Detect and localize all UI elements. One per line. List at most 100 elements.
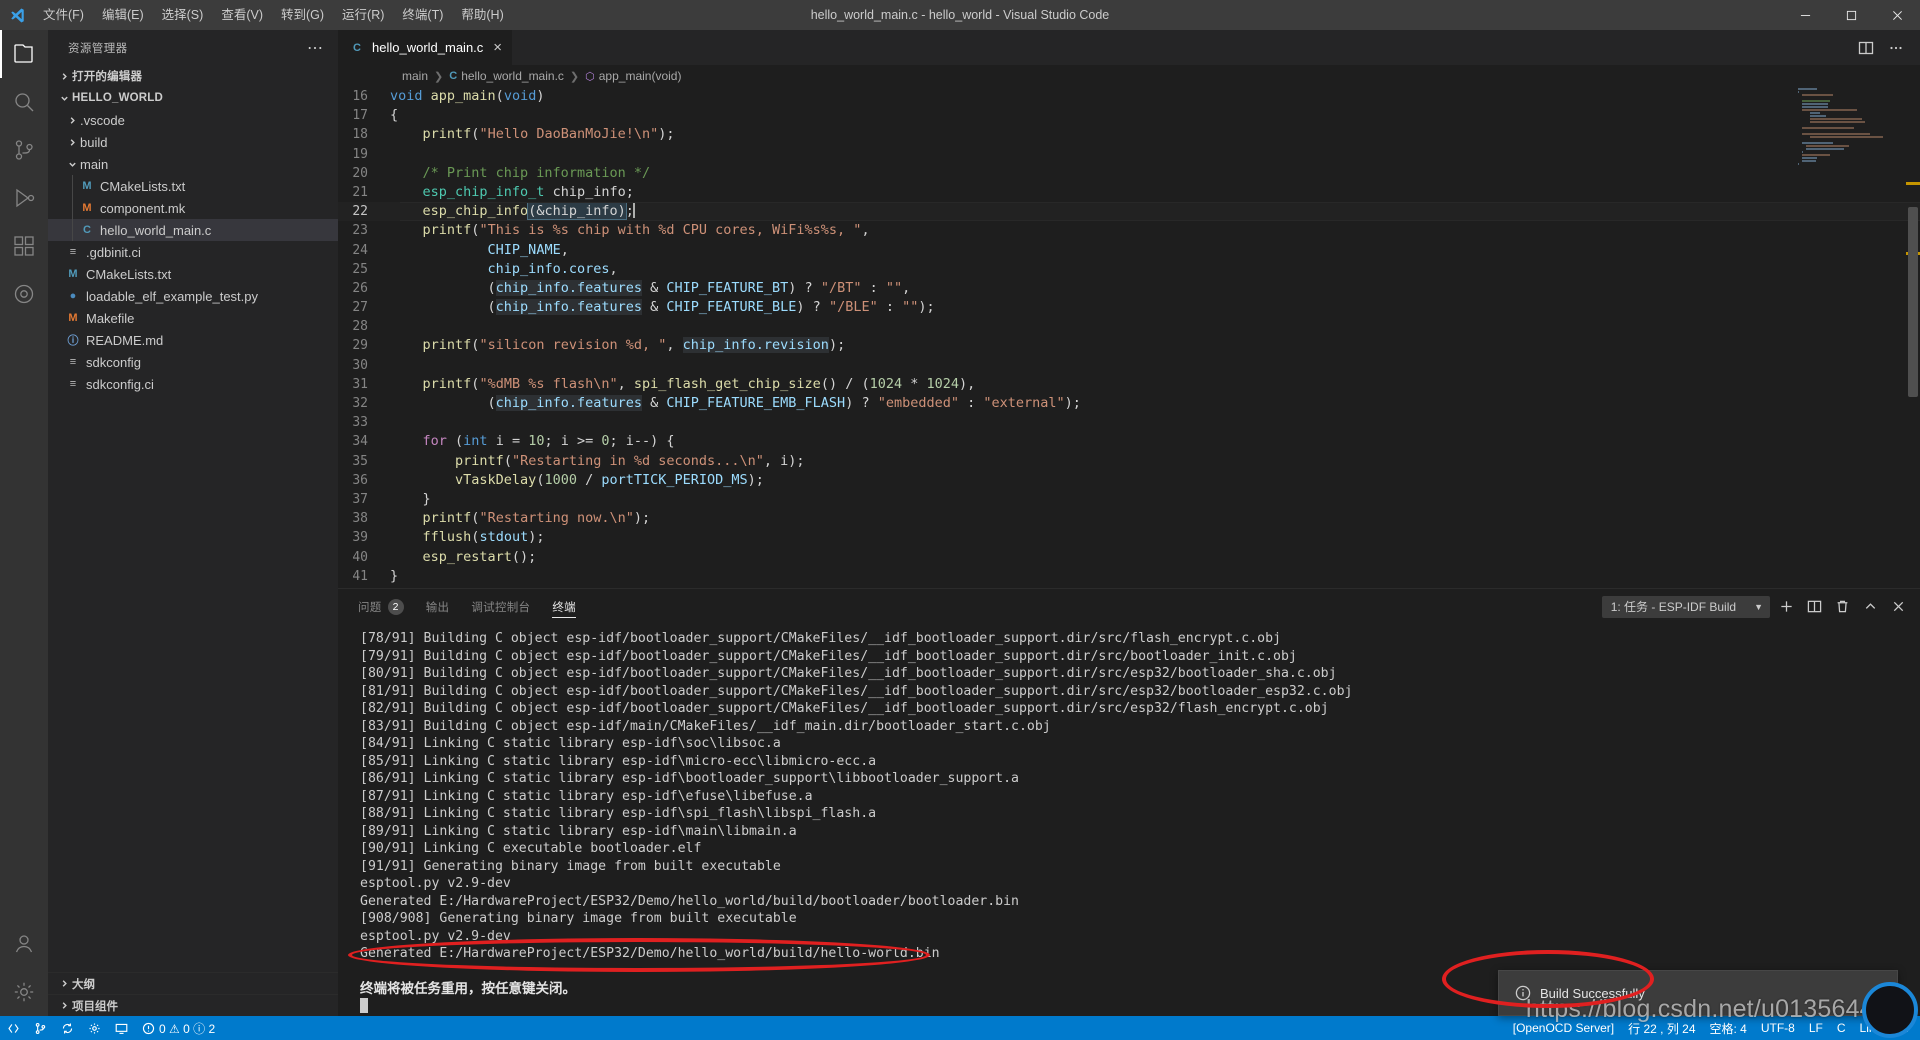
- code-line[interactable]: 35 printf("Restarting in %d seconds...\n…: [338, 452, 1920, 471]
- line-content: printf("%dMB %s flash\n", spi_flash_get_…: [390, 375, 975, 394]
- section-open-editors[interactable]: 打开的编辑器: [48, 65, 338, 87]
- outline-section[interactable]: 大纲: [48, 972, 338, 994]
- code-line[interactable]: 24 CHIP_NAME,: [338, 241, 1920, 260]
- code-line[interactable]: 37 }: [338, 490, 1920, 509]
- close-icon[interactable]: [1874, 0, 1920, 30]
- menu-go[interactable]: 转到(G): [272, 0, 333, 30]
- tree-item-sdkconfig[interactable]: ≡sdkconfig: [48, 351, 338, 373]
- tab-hello-world-main-c[interactable]: C hello_world_main.c ×: [338, 30, 513, 65]
- status-settings-icon[interactable]: [81, 1016, 108, 1040]
- code-line[interactable]: 17{: [338, 106, 1920, 125]
- source-control-branch[interactable]: [27, 1016, 54, 1040]
- remote-indicator[interactable]: [0, 1016, 27, 1040]
- tree-item-makefile[interactable]: MMakefile: [48, 307, 338, 329]
- code-line[interactable]: 26 (chip_info.features & CHIP_FEATURE_BT…: [338, 279, 1920, 298]
- editor-scrollbar[interactable]: [1906, 87, 1920, 588]
- panel-tab-debug-console[interactable]: 调试控制台: [471, 589, 530, 624]
- tree-item-build[interactable]: build: [48, 131, 338, 153]
- terminal-output[interactable]: [78/91] Building C object esp-idf/bootlo…: [338, 624, 1920, 1016]
- trash-icon[interactable]: [1830, 595, 1854, 619]
- split-icon[interactable]: [1802, 595, 1826, 619]
- search-icon[interactable]: [0, 78, 48, 126]
- menu-terminal[interactable]: 终端(T): [393, 0, 452, 30]
- plus-icon[interactable]: [1774, 595, 1798, 619]
- tree-item-readme-md[interactable]: ⓘREADME.md: [48, 329, 338, 351]
- gear-icon[interactable]: [0, 968, 48, 1016]
- editor-scroll-thumb[interactable]: [1908, 207, 1918, 397]
- code-line[interactable]: 19: [338, 145, 1920, 164]
- code-line[interactable]: 25 chip_info.cores,: [338, 260, 1920, 279]
- breadcrumb-item-main[interactable]: main: [402, 69, 428, 83]
- code-line[interactable]: 27 (chip_info.features & CHIP_FEATURE_BL…: [338, 298, 1920, 317]
- panel-tab-terminal[interactable]: 终端: [552, 589, 576, 624]
- tree-item-component-mk[interactable]: Mcomponent.mk: [48, 197, 338, 219]
- close-icon[interactable]: [1886, 595, 1910, 619]
- code-line[interactable]: 21 esp_chip_info_t chip_info;: [338, 183, 1920, 202]
- code-scroll-area[interactable]: 16void app_main(void)17{18 printf("Hello…: [338, 87, 1920, 588]
- minimize-icon[interactable]: [1782, 0, 1828, 30]
- panel-tab-problems[interactable]: 问题 2: [358, 589, 404, 624]
- esp-idf-icon[interactable]: [0, 270, 48, 318]
- breadcrumb-item-file[interactable]: C hello_world_main.c: [449, 69, 564, 83]
- code-line[interactable]: 16void app_main(void): [338, 87, 1920, 106]
- code-line[interactable]: 18 printf("Hello DaoBanMoJie!\n");: [338, 125, 1920, 144]
- files-icon[interactable]: [0, 30, 48, 78]
- menu-edit[interactable]: 编辑(E): [93, 0, 153, 30]
- breadcrumb-label: hello_world_main.c: [461, 69, 564, 83]
- tree-item-sdkconfig-ci[interactable]: ≡sdkconfig.ci: [48, 373, 338, 395]
- menu-selection[interactable]: 选择(S): [153, 0, 213, 30]
- line-content: esp_chip_info(&chip_info);: [390, 202, 634, 221]
- code-line[interactable]: 38 printf("Restarting now.\n");: [338, 509, 1920, 528]
- tree-item--vscode[interactable]: .vscode: [48, 109, 338, 131]
- error-warning-indicator[interactable]: 0 ⚠ 0 ⓘ 2: [135, 1016, 222, 1040]
- close-icon[interactable]: ×: [493, 40, 502, 55]
- code-line[interactable]: 22 esp_chip_info(&chip_info);: [338, 202, 1920, 221]
- code-line[interactable]: 32 (chip_info.features & CHIP_FEATURE_EM…: [338, 394, 1920, 413]
- tree-item-loadable-elf-example-test-py[interactable]: ●loadable_elf_example_test.py: [48, 285, 338, 307]
- line-content: vTaskDelay(1000 / portTICK_PERIOD_MS);: [390, 471, 764, 490]
- code-line[interactable]: 29 printf("silicon revision %d, ", chip_…: [338, 336, 1920, 355]
- menu-run[interactable]: 运行(R): [333, 0, 393, 30]
- terminal-selector-dropdown[interactable]: 1: 任务 - ESP-IDF Build ▼: [1602, 596, 1770, 618]
- sync-changes[interactable]: [54, 1016, 81, 1040]
- section-project-root[interactable]: HELLO_WORLD: [48, 87, 338, 109]
- source-code[interactable]: 16void app_main(void)17{18 printf("Hello…: [338, 87, 1920, 588]
- code-line[interactable]: 23 printf("This is %s chip with %d CPU c…: [338, 221, 1920, 240]
- breadcrumb-item-symbol[interactable]: ⬡ app_main(void): [585, 69, 681, 83]
- chevron-up-icon[interactable]: [1858, 595, 1882, 619]
- code-line[interactable]: 40 esp_restart();: [338, 548, 1920, 567]
- split-editor-icon[interactable]: [1852, 34, 1880, 62]
- code-line[interactable]: 31 printf("%dMB %s flash\n", spi_flash_g…: [338, 375, 1920, 394]
- terminal-line: [82/91] Building C object esp-idf/bootlo…: [360, 700, 1920, 718]
- project-components-section[interactable]: 项目组件: [48, 994, 338, 1016]
- code-line[interactable]: 30: [338, 356, 1920, 375]
- tree-item--gdbinit-ci[interactable]: ≡.gdbinit.ci: [48, 241, 338, 263]
- account-icon[interactable]: [0, 920, 48, 968]
- extensions-icon[interactable]: [0, 222, 48, 270]
- code-line[interactable]: 39 fflush(stdout);: [338, 528, 1920, 547]
- maximize-icon[interactable]: [1828, 0, 1874, 30]
- tree-item-cmakelists-txt[interactable]: MCMakeLists.txt: [48, 263, 338, 285]
- tree-item-hello-world-main-c[interactable]: Chello_world_main.c: [48, 219, 338, 241]
- display-icon[interactable]: [108, 1016, 135, 1040]
- run-debug-icon[interactable]: [0, 174, 48, 222]
- panel-tab-output[interactable]: 输出: [426, 589, 450, 624]
- tree-item-cmakelists-txt[interactable]: MCMakeLists.txt: [48, 175, 338, 197]
- menu-view[interactable]: 查看(V): [212, 0, 272, 30]
- chevron-down-icon: [56, 1001, 72, 1010]
- ellipsis-icon[interactable]: [1882, 34, 1910, 62]
- source-control-icon[interactable]: [0, 126, 48, 174]
- code-line[interactable]: 33: [338, 413, 1920, 432]
- line-content: CHIP_NAME,: [390, 241, 569, 260]
- code-line[interactable]: 34 for (int i = 10; i >= 0; i--) {: [338, 432, 1920, 451]
- chevron-down-icon: ▼: [1754, 602, 1763, 612]
- ellipsis-icon[interactable]: ⋯: [301, 38, 330, 58]
- code-line[interactable]: 20 /* Print chip information */: [338, 164, 1920, 183]
- code-editor[interactable]: 16void app_main(void)17{18 printf("Hello…: [338, 87, 1920, 588]
- code-line[interactable]: 28: [338, 317, 1920, 336]
- menu-help[interactable]: 帮助(H): [452, 0, 512, 30]
- code-line[interactable]: 41}: [338, 567, 1920, 586]
- menu-file[interactable]: 文件(F): [34, 0, 93, 30]
- code-line[interactable]: 36 vTaskDelay(1000 / portTICK_PERIOD_MS)…: [338, 471, 1920, 490]
- tree-item-main[interactable]: main: [48, 153, 338, 175]
